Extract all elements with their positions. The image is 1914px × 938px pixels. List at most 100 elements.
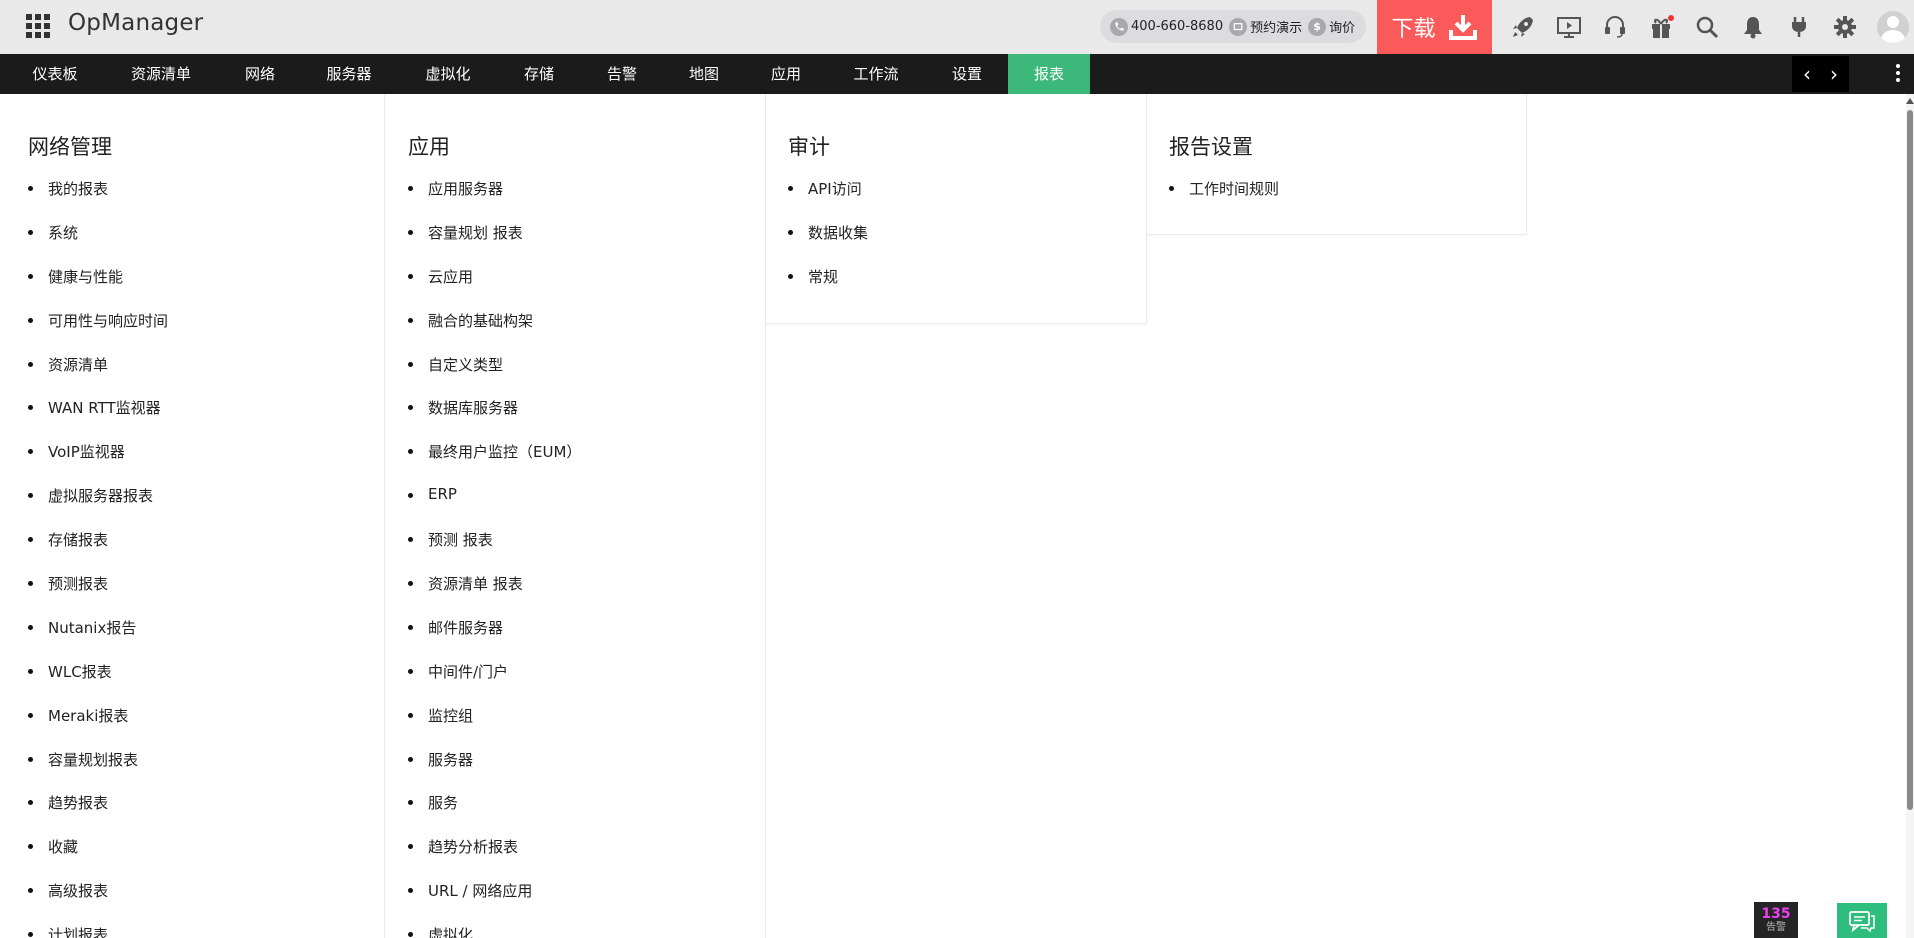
menu-item-label: 存储报表 — [48, 531, 109, 550]
notification-dot — [1668, 15, 1674, 21]
download-button[interactable]: 下载 — [1377, 0, 1492, 54]
menu-item[interactable]: 监控组 — [408, 705, 581, 749]
menu-item[interactable]: API访问 — [788, 178, 868, 222]
menu-item[interactable]: 趋势分析报表 — [408, 836, 581, 880]
menu-item[interactable]: URL / 网络应用 — [408, 880, 581, 924]
demo-link[interactable]: 预约演示 — [1229, 17, 1302, 36]
menu-item-label: 收藏 — [48, 838, 79, 857]
tab-servers[interactable]: 服务器 — [310, 54, 388, 94]
more-vertical-icon[interactable] — [1894, 64, 1902, 86]
menu-item[interactable]: Nutanix报告 — [28, 617, 168, 661]
menu-item-label: 工作时间规则 — [1189, 180, 1280, 198]
page-scrollbar[interactable] — [1906, 94, 1914, 938]
report-list: 工作时间规则 — [1169, 178, 1279, 222]
menu-item[interactable]: 服务 — [408, 792, 581, 836]
header-tools — [1500, 0, 1868, 54]
phone-link[interactable]: 400-660-8680 — [1110, 17, 1223, 36]
tab-inventory[interactable]: 资源清单 — [112, 54, 210, 94]
menu-item-label: 虚拟服务器报表 — [48, 487, 154, 506]
menu-item[interactable]: ERP — [408, 485, 581, 529]
tab-dashboard[interactable]: 仪表板 — [14, 54, 96, 94]
menu-item[interactable]: WLC报表 — [28, 661, 168, 705]
bell-icon[interactable] — [1730, 0, 1776, 54]
menu-item[interactable]: 融合的基础构架 — [408, 310, 581, 354]
menu-item[interactable]: 预测 报表 — [408, 529, 581, 573]
menu-item[interactable]: 高级报表 — [28, 880, 168, 924]
menu-item-label: 容量规划报表 — [48, 750, 139, 769]
menu-item[interactable]: VoIP监视器 — [28, 441, 168, 485]
menu-item[interactable]: 存储报表 — [28, 529, 168, 573]
tab-reports[interactable]: 报表 — [1008, 54, 1090, 94]
plug-icon[interactable] — [1776, 0, 1822, 54]
gift-icon[interactable] — [1638, 0, 1684, 54]
nav-next-button[interactable]: › — [1819, 56, 1849, 92]
tab-alarms[interactable]: 告警 — [590, 54, 654, 94]
menu-item[interactable]: 资源清单 报表 — [408, 573, 581, 617]
menu-item-label: 中间件/门户 — [428, 662, 509, 681]
menu-item[interactable]: 容量规划报表 — [28, 749, 168, 793]
alarm-label: 告警 — [1766, 922, 1786, 933]
menu-item[interactable]: WAN RTT监视器 — [28, 397, 168, 441]
menu-item[interactable]: 自定义类型 — [408, 354, 581, 398]
menu-item[interactable]: 最终用户监控（EUM） — [408, 441, 581, 485]
menu-item[interactable]: 健康与性能 — [28, 266, 168, 310]
menu-item[interactable]: 邮件服务器 — [408, 617, 581, 661]
menu-item[interactable]: 虚拟化 — [408, 924, 581, 938]
alarm-count: 135 — [1761, 906, 1791, 922]
rocket-icon[interactable] — [1500, 0, 1546, 54]
menu-item-label: 健康与性能 — [48, 267, 124, 286]
menu-item[interactable]: Meraki报表 — [28, 705, 168, 749]
nav-prev-button[interactable]: ‹ — [1792, 56, 1822, 92]
menu-item[interactable]: 预测报表 — [28, 573, 168, 617]
tab-virtualization[interactable]: 虚拟化 — [404, 54, 492, 94]
menu-item[interactable]: 容量规划 报表 — [408, 222, 581, 266]
menu-item-label: URL / 网络应用 — [428, 882, 533, 901]
menu-item-label: 服务 — [428, 794, 459, 813]
tab-apps[interactable]: 应用 — [754, 54, 818, 94]
scroll-up-icon[interactable] — [1906, 98, 1914, 104]
video-tutorial-icon[interactable] — [1546, 0, 1592, 54]
column-heading: 审计 — [788, 135, 830, 159]
menu-column-audit: 审计 API访问 数据收集 常规 — [766, 94, 1147, 324]
menu-item[interactable]: 可用性与响应时间 — [28, 310, 168, 354]
demo-label: 预约演示 — [1250, 21, 1303, 36]
quote-label: 询价 — [1329, 21, 1356, 36]
column-heading: 报告设置 — [1169, 135, 1253, 159]
menu-item[interactable]: 应用服务器 — [408, 178, 581, 222]
support-headset-icon[interactable] — [1592, 0, 1638, 54]
tab-maps[interactable]: 地图 — [672, 54, 736, 94]
tab-storage[interactable]: 存储 — [508, 54, 570, 94]
user-avatar-icon[interactable] — [1877, 11, 1909, 43]
quote-link[interactable]: $ 询价 — [1308, 17, 1355, 36]
menu-item[interactable]: 我的报表 — [28, 178, 168, 222]
menu-item[interactable]: 云应用 — [408, 266, 581, 310]
tab-workflow[interactable]: 工作流 — [836, 54, 916, 94]
menu-item[interactable]: 收藏 — [28, 836, 168, 880]
menu-item[interactable]: 资源清单 — [28, 354, 168, 398]
menu-item[interactable]: 虚拟服务器报表 — [28, 485, 168, 529]
scrollbar-thumb[interactable] — [1907, 110, 1913, 810]
contact-pill: 400-660-8680 预约演示 $ 询价 — [1100, 10, 1366, 43]
tab-settings[interactable]: 设置 — [934, 54, 1000, 94]
menu-item[interactable]: 数据收集 — [788, 222, 868, 266]
gear-icon[interactable] — [1822, 0, 1868, 54]
phone-icon — [1110, 17, 1128, 36]
menu-item[interactable]: 数据库服务器 — [408, 397, 581, 441]
report-list: 应用服务器 容量规划 报表 云应用 融合的基础构架 自定义类型 数据库服务器 最… — [408, 178, 581, 938]
menu-item-label: 数据收集 — [808, 223, 869, 242]
menu-item[interactable]: 趋势报表 — [28, 792, 168, 836]
menu-item[interactable]: 系统 — [28, 222, 168, 266]
menu-item[interactable]: 计划报表 — [28, 924, 168, 938]
menu-item-label: 融合的基础构架 — [428, 311, 534, 330]
search-icon[interactable] — [1684, 0, 1730, 54]
chat-button[interactable] — [1837, 903, 1887, 938]
menu-item[interactable]: 常规 — [788, 266, 868, 310]
menu-item[interactable]: 工作时间规则 — [1169, 178, 1279, 222]
tab-network[interactable]: 网络 — [226, 54, 294, 94]
app-logo[interactable]: OpManager — [68, 10, 203, 36]
alarm-count-badge[interactable]: 135 告警 — [1754, 902, 1798, 938]
menu-item[interactable]: 服务器 — [408, 749, 581, 793]
menu-item[interactable]: 中间件/门户 — [408, 661, 581, 705]
menu-item-label: 高级报表 — [48, 882, 109, 901]
apps-grid-icon[interactable] — [26, 14, 50, 38]
